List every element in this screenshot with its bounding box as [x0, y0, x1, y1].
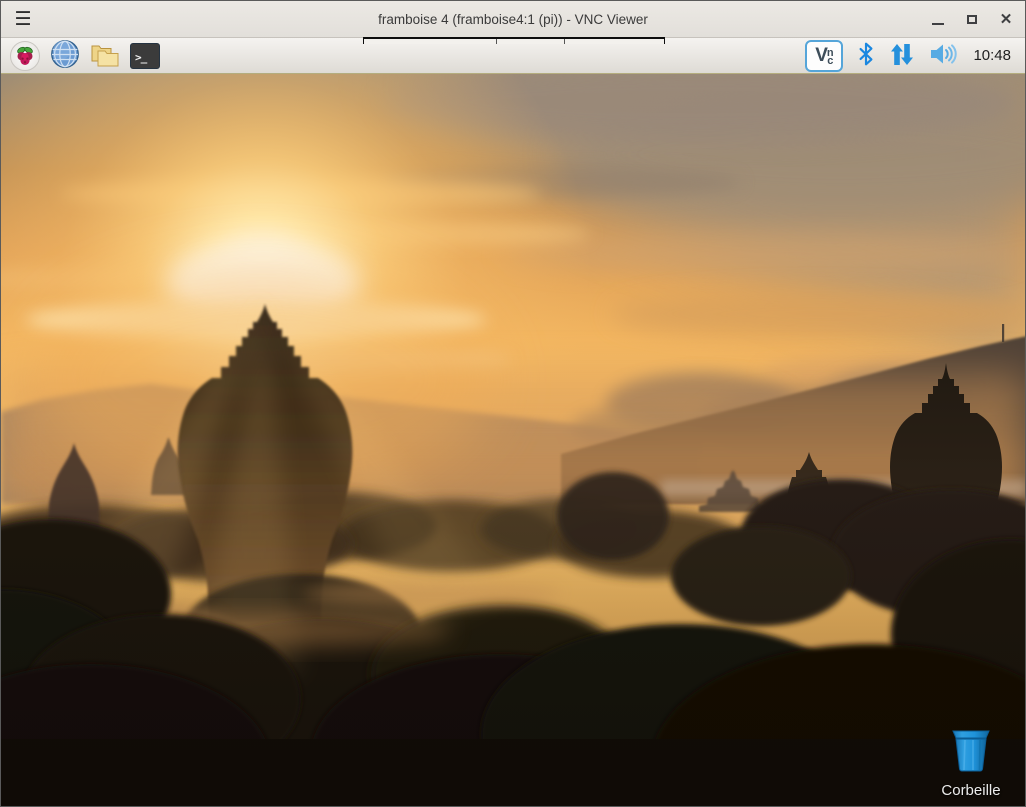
vnc-viewer-window: ☰ framboise 4 (framboise4:1 (pi)) - VNC …	[0, 0, 1026, 807]
vnc-logo-stack: n c	[827, 47, 834, 67]
folders-icon	[89, 39, 121, 72]
window-controls: ✕	[929, 1, 1015, 38]
terminal-prompt-glyph: >_	[135, 50, 147, 64]
terminal-icon: >_	[130, 42, 160, 69]
trash-label: Corbeille	[941, 782, 1001, 799]
vnc-toolbar-collapsed-tab[interactable]	[363, 37, 665, 44]
file-manager-button[interactable]	[89, 41, 121, 71]
minimize-icon	[932, 22, 944, 26]
vnc-toolbar-segment	[364, 39, 497, 44]
system-tray: V n c 10:48	[805, 39, 1017, 72]
terminal-button[interactable]: >_	[129, 41, 161, 71]
maximize-icon	[967, 15, 977, 24]
network-activity-tray-button[interactable]	[889, 40, 915, 71]
close-button[interactable]: ✕	[997, 11, 1015, 29]
globe-icon	[50, 39, 80, 72]
up-down-arrows-icon	[889, 40, 915, 71]
taskbar-clock[interactable]: 10:48	[971, 47, 1011, 64]
volume-speaker-icon	[929, 41, 958, 70]
wallpaper-image	[1, 74, 1025, 806]
taskbar-launchers: >_	[9, 39, 161, 72]
trash-can-icon	[952, 730, 990, 772]
raspberry-icon	[10, 40, 40, 71]
vnc-toolbar-segment	[497, 39, 565, 44]
hamburger-menu-icon[interactable]: ☰	[11, 8, 35, 32]
volume-tray-button[interactable]	[929, 41, 958, 70]
minimize-button[interactable]	[929, 11, 947, 29]
bluetooth-icon	[857, 40, 875, 71]
window-title: framboise 4 (framboise4:1 (pi)) - VNC Vi…	[378, 11, 648, 27]
titlebar: ☰ framboise 4 (framboise4:1 (pi)) - VNC …	[1, 1, 1025, 38]
vnc-server-icon: V n c	[805, 39, 844, 72]
vnc-toolbar-segment	[565, 39, 664, 44]
web-browser-button[interactable]	[49, 39, 81, 72]
bluetooth-tray-button[interactable]	[857, 40, 875, 71]
vnc-server-tray-button[interactable]: V n c	[805, 39, 844, 72]
close-icon: ✕	[999, 10, 1013, 28]
vnc-logo-c: c	[827, 54, 834, 67]
desktop[interactable]: Corbeille	[1, 74, 1025, 806]
raspberry-menu-button[interactable]	[9, 40, 41, 71]
trash-desktop-icon[interactable]: Corbeille	[931, 728, 1011, 799]
maximize-button[interactable]	[963, 11, 981, 29]
